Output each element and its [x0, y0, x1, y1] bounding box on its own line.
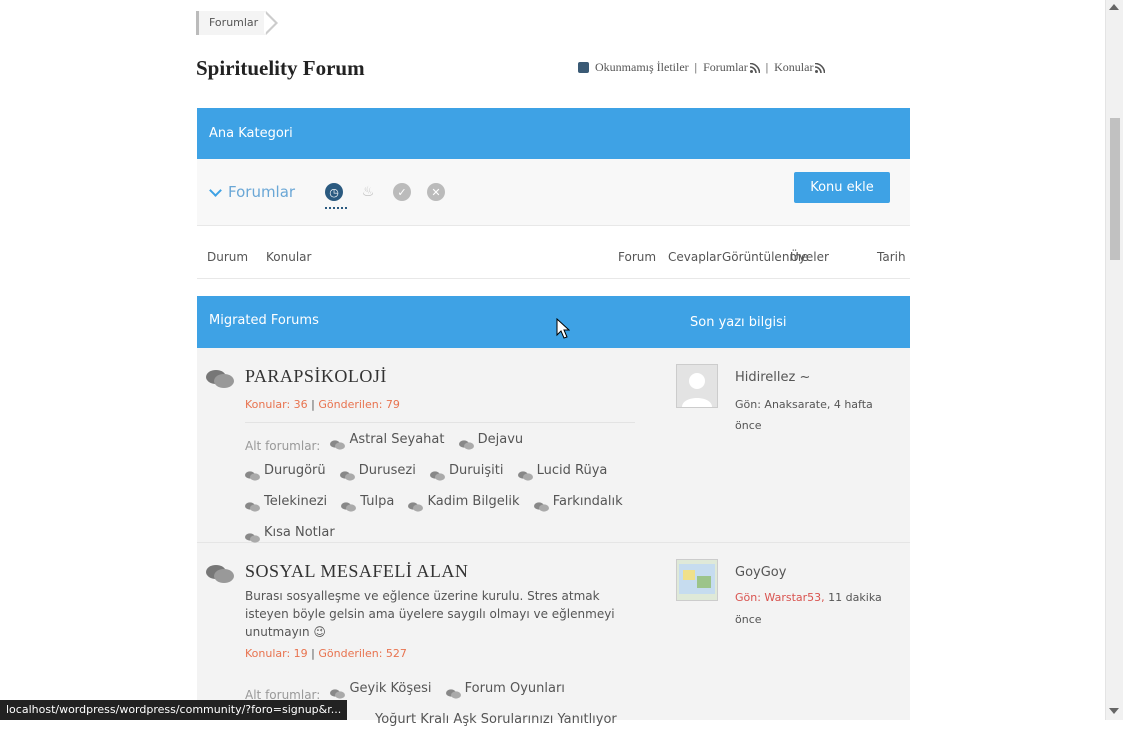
close-icon[interactable]: ✕	[427, 183, 445, 201]
comments-icon	[206, 370, 234, 388]
forum-description: Burası sosyalleşme ve eğlence üzerine ku…	[245, 589, 615, 639]
comment-icon	[429, 466, 445, 481]
comment-icon	[517, 466, 533, 481]
rss-icon	[815, 63, 826, 74]
divider	[245, 422, 635, 423]
last-post-time: önce	[735, 419, 762, 432]
forum-stats: Konular: 19 | Gönderilen: 527	[245, 647, 407, 660]
separator: |	[765, 60, 769, 74]
comment-icon	[330, 435, 346, 450]
user-silhouette-icon	[682, 373, 712, 407]
page-title: Spirituelity Forum	[196, 56, 365, 80]
forums-toggle-label: Forumlar	[228, 183, 296, 201]
topic-count: Konular: 36	[245, 398, 308, 411]
table-header: Durum Konular Forum Cevaplar Görüntülenm…	[197, 226, 910, 279]
subforum-link[interactable]: Astral Seyahat	[330, 428, 444, 452]
clock-icon[interactable]: ◷	[325, 183, 343, 201]
section-title: Migrated Forums	[209, 313, 319, 328]
book-icon	[578, 62, 589, 73]
forum-toolbar: Forumlar ◷ ♨ ✓ ✕ Konu ekle	[197, 159, 910, 226]
scrollbar-track[interactable]	[1105, 0, 1123, 720]
forums-feed-link[interactable]: Forumlar	[703, 60, 760, 75]
last-post-time: önce	[735, 613, 762, 626]
breadcrumb-chevron-icon	[264, 11, 279, 35]
subforum-link[interactable]: Dejavu	[458, 428, 523, 452]
forums-toggle[interactable]: Forumlar	[209, 183, 296, 201]
comment-icon	[245, 466, 260, 481]
status-bar-url: localhost/wordpress/wordpress/community/…	[0, 700, 348, 720]
breadcrumb-item-forumlar[interactable]: Forumlar	[196, 11, 267, 35]
subforum-link[interactable]: Duruişiti	[429, 459, 504, 483]
filter-icons: ◷ ♨ ✓ ✕	[325, 183, 445, 201]
mouse-cursor-icon	[556, 318, 570, 339]
category-label: Ana Kategori	[209, 126, 293, 141]
subforum-link[interactable]: Forum Oyunları	[445, 677, 565, 701]
comment-icon	[339, 466, 355, 481]
column-forum[interactable]: Forum	[618, 250, 656, 264]
topic-count: Konular: 19	[245, 647, 308, 660]
subforum-link[interactable]: Tulpa	[341, 490, 394, 514]
comment-icon	[458, 435, 474, 450]
subforum-link[interactable]: Kadim Bilgelik	[408, 490, 520, 514]
breadcrumb: Forumlar	[196, 10, 279, 36]
comment-icon	[245, 528, 260, 543]
top-links: Okunmamış İletiler | Forumlar | Konular	[578, 60, 826, 75]
post-count: Gönderilen: 79	[318, 398, 400, 411]
column-date[interactable]: Tarih	[877, 250, 906, 264]
section-bar: Migrated Forums Son yazı bilgisi	[197, 296, 910, 348]
category-bar: Ana Kategori	[197, 108, 910, 159]
post-count: Gönderilen: 527	[318, 647, 407, 660]
subforum-link[interactable]: Kısa Notlar	[245, 521, 335, 545]
subforums-label: Alt forumlar:	[245, 439, 321, 453]
comment-icon	[330, 684, 346, 699]
topics-feed-link[interactable]: Konular	[774, 60, 826, 75]
avatar[interactable]	[676, 559, 718, 601]
last-post-user[interactable]: GoyGoy	[735, 565, 786, 580]
subforum-link[interactable]: Farkındalık	[533, 490, 623, 514]
column-topics[interactable]: Konular	[266, 250, 311, 264]
forum-row: PARAPSİKOLOJİ Konular: 36 | Gönderilen: …	[197, 348, 910, 543]
comment-icon	[408, 497, 424, 512]
column-replies[interactable]: Cevaplar	[668, 250, 721, 264]
chevron-down-icon	[209, 183, 222, 197]
last-post-header: Son yazı bilgisi	[690, 315, 787, 330]
check-icon[interactable]: ✓	[393, 183, 411, 201]
forum-title[interactable]: PARAPSİKOLOJİ	[245, 366, 387, 387]
subforum-link[interactable]: Lucid Rüya	[517, 459, 607, 483]
last-post-meta: Gön: Anaksarate, 4 hafta	[735, 398, 873, 411]
separator: |	[694, 60, 698, 74]
avatar-image-icon	[679, 564, 715, 594]
scroll-down-arrow-icon[interactable]	[1109, 708, 1119, 714]
scrollbar-thumb[interactable]	[1110, 118, 1120, 260]
comments-icon	[206, 565, 234, 583]
subforum-list: Alt forumlar: Astral Seyahat Dejavu Duru…	[245, 428, 645, 552]
forum-title[interactable]: SOSYAL MESAFELİ ALAN	[245, 561, 468, 582]
flame-icon[interactable]: ♨	[359, 183, 377, 201]
unread-posts-link[interactable]: Okunmamış İletiler	[595, 60, 689, 75]
forum-stats: Konular: 36 | Gönderilen: 79	[245, 398, 400, 411]
comment-icon	[445, 684, 461, 699]
avatar[interactable]	[676, 364, 718, 408]
forum-row: SOSYAL MESAFELİ ALAN Burası sosyalleşme …	[197, 543, 910, 727]
comment-icon	[245, 497, 260, 512]
rss-icon	[749, 63, 760, 74]
scroll-up-arrow-icon[interactable]	[1109, 4, 1119, 10]
comment-icon	[533, 497, 549, 512]
subforum-link[interactable]: Telekinezi	[245, 490, 327, 514]
subforum-link[interactable]: Durusezi	[339, 459, 416, 483]
active-filter-underline	[325, 207, 347, 209]
subforum-link[interactable]: Geyik Köşesi	[330, 677, 431, 701]
comment-icon	[341, 497, 357, 512]
column-members[interactable]: Üyeler	[790, 250, 829, 264]
subforum-link[interactable]: Durugörü	[245, 459, 326, 483]
last-post-user[interactable]: Hidirellez ~	[735, 370, 810, 385]
add-topic-button[interactable]: Konu ekle	[794, 172, 890, 203]
last-post-meta: Gön: Warstar53, 11 dakika	[735, 591, 882, 604]
column-status[interactable]: Durum	[207, 250, 248, 264]
